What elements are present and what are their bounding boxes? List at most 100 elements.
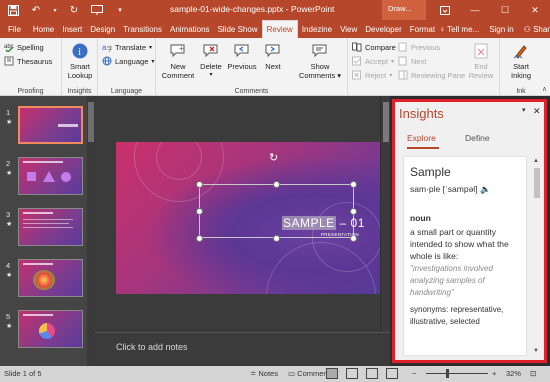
resize-handle[interactable] [273, 235, 280, 242]
zoom-out-icon[interactable]: − [412, 369, 416, 378]
tab-explore[interactable]: Explore [407, 133, 436, 143]
start-from-beginning-icon[interactable] [90, 3, 104, 17]
smart-lookup-button[interactable]: i Smart Lookup [64, 42, 96, 80]
tab-file[interactable]: File [0, 20, 29, 38]
tab-design[interactable]: Design [86, 20, 119, 38]
slide-subtitle[interactable]: PRESENTATION [321, 232, 359, 237]
tab-developer[interactable]: Developer [361, 20, 405, 38]
pane-options-icon[interactable]: ▾ [522, 106, 526, 114]
next-comment-icon [264, 42, 282, 60]
compare-button[interactable]: Compare [352, 42, 396, 52]
notes-pane[interactable]: Click to add notes [95, 332, 390, 366]
resize-handle[interactable] [196, 208, 203, 215]
scrollbar-thumb[interactable] [383, 102, 389, 142]
notes-toggle[interactable]: ≐ Notes [250, 369, 278, 378]
resize-handle[interactable] [196, 235, 203, 242]
scrollbar-thumb[interactable] [534, 168, 540, 198]
thumbnails-scrollbar[interactable] [87, 96, 95, 366]
notes-placeholder: Click to add notes [116, 342, 188, 352]
tab-review[interactable]: Review [261, 20, 298, 38]
slide-canvas[interactable]: ↻ SAMPLE – 01 PRESENTATION [116, 142, 384, 294]
show-comments-button[interactable]: Show Comments ▾ [298, 42, 342, 80]
scrollbar-thumb[interactable] [88, 102, 94, 142]
tab-transitions[interactable]: Transitions [119, 20, 166, 38]
translate-button[interactable]: a字 Translate ▾ [102, 42, 152, 54]
close-button[interactable]: ✕ [520, 0, 550, 20]
ribbon-display-options-icon[interactable] [430, 0, 460, 20]
slide-title[interactable]: SAMPLE – 01 [282, 216, 365, 230]
resize-handle[interactable] [350, 208, 357, 215]
collapse-ribbon-icon[interactable]: ∧ [542, 85, 547, 93]
close-pane-icon[interactable]: ✕ [533, 106, 541, 117]
scroll-up-icon[interactable]: ▲ [533, 158, 539, 164]
redo-icon[interactable]: ↻ [67, 3, 81, 17]
tab-animations[interactable]: Animations [166, 20, 214, 38]
slide-thumbnail[interactable]: 4 ★ [0, 259, 95, 305]
rotate-handle-icon[interactable]: ↻ [269, 152, 281, 164]
tab-define[interactable]: Define [465, 133, 490, 143]
group-label-language: Language [110, 88, 143, 95]
slide-show-view-icon[interactable] [386, 368, 398, 379]
next-change-button[interactable]: Next [398, 56, 426, 66]
slide-sorter-view-icon[interactable] [346, 368, 358, 379]
undo-icon[interactable]: ↶ [29, 3, 43, 17]
group-label-ink: Ink [516, 88, 526, 95]
zoom-slider[interactable] [426, 373, 488, 374]
reading-view-icon[interactable] [366, 368, 378, 379]
slide-thumbnail[interactable]: 1 ★ [0, 106, 95, 152]
minimize-button[interactable]: — [460, 0, 490, 20]
tab-view[interactable]: View [336, 20, 361, 38]
tab-insert[interactable]: Insert [58, 20, 86, 38]
slide-thumbnail-image [18, 208, 83, 246]
next-change-icon [398, 56, 408, 66]
save-icon[interactable] [6, 3, 20, 17]
fit-slide-icon[interactable]: ⊡ [530, 369, 536, 378]
zoom-slider-thumb[interactable] [446, 369, 449, 378]
svg-text:字: 字 [107, 45, 112, 52]
start-inking-button[interactable]: Start Inking [504, 42, 538, 80]
scroll-down-icon[interactable]: ▼ [533, 348, 539, 354]
slide-thumbnail[interactable]: 2 ★ [0, 157, 95, 203]
smart-lookup-icon: i [71, 42, 89, 60]
slide-counter: Slide 1 of 5 [4, 369, 42, 378]
next-comment-button[interactable]: Next [260, 42, 286, 71]
resize-handle[interactable] [273, 181, 280, 188]
reject-button[interactable]: Reject ▾ [352, 70, 392, 80]
accept-button[interactable]: Accept ▾ [352, 56, 394, 66]
end-review-icon [472, 42, 490, 60]
slide-thumbnail[interactable]: 3 ★ [0, 208, 95, 254]
spelling-button[interactable]: abc Spelling [4, 42, 44, 53]
group-label-comments: Comments [234, 88, 269, 95]
maximize-button[interactable]: ☐ [490, 0, 520, 20]
editor-scrollbar[interactable] [380, 96, 390, 332]
thesaurus-button[interactable]: Thesaurus [4, 56, 52, 66]
inking-pen-icon [512, 42, 530, 60]
reviewing-pane-button[interactable]: Reviewing Pane [398, 70, 465, 80]
customize-qat-icon[interactable]: ▾ [113, 3, 127, 17]
tab-slide-show[interactable]: Slide Show [214, 20, 262, 38]
tell-me-box[interactable]: ♀ Tell me... [439, 25, 479, 34]
share-button[interactable]: ⚇ Share [524, 25, 550, 34]
new-comment-button[interactable]: + New Comment [158, 42, 198, 80]
end-review-button[interactable]: End Review [466, 42, 496, 80]
example-text: "investigations involved analyzing sampl… [410, 264, 493, 297]
sign-in-link[interactable]: Sign in [489, 25, 513, 34]
resize-handle[interactable] [196, 181, 203, 188]
previous-change-button[interactable]: Previous [398, 42, 440, 52]
tab-indezine[interactable]: Indezine [298, 20, 336, 38]
zoom-level[interactable]: 32% [506, 369, 521, 378]
speaker-icon[interactable]: 🔈 [480, 184, 491, 194]
tab-home[interactable]: Home [29, 20, 58, 38]
previous-comment-button[interactable]: Previous [224, 42, 260, 71]
dropdown-arrow-icon[interactable]: ▾ [52, 3, 58, 17]
normal-view-icon[interactable] [326, 368, 338, 379]
insights-scrollbar[interactable]: ▲ ▼ [532, 156, 542, 356]
delete-comment-button[interactable]: Delete ▾ [198, 42, 224, 80]
language-button[interactable]: Language ▾ [102, 56, 154, 66]
zoom-in-icon[interactable]: + [492, 369, 496, 378]
resize-handle[interactable] [350, 181, 357, 188]
dropdown-arrow-icon: ▾ [209, 72, 213, 78]
tab-format[interactable]: Format [406, 20, 439, 38]
slide-thumbnail[interactable]: 5 ★ [0, 310, 95, 356]
definition-card: Sample sam·ple [ˈsampəl] 🔈 noun a small … [403, 156, 527, 356]
